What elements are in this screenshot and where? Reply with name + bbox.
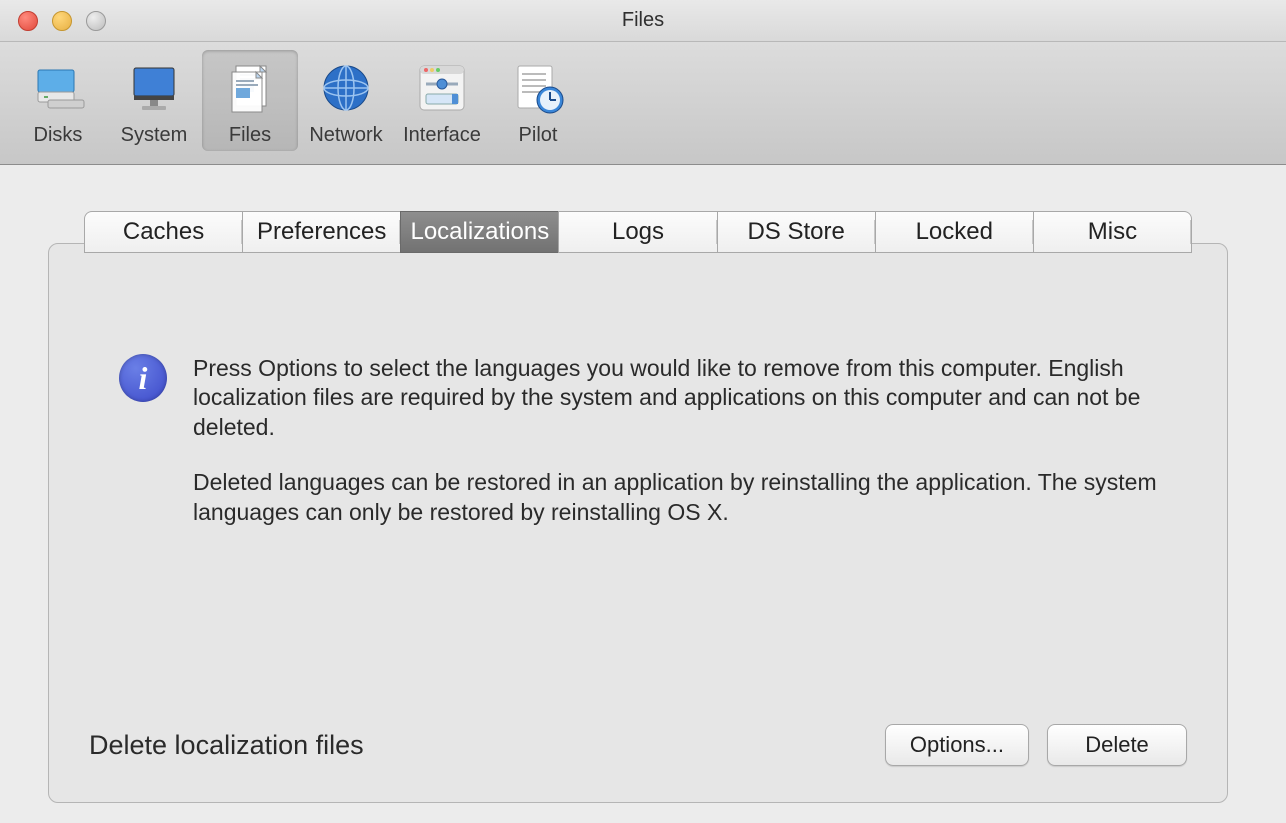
info-paragraph-1: Press Options to select the languages yo… <box>193 354 1157 442</box>
files-icon <box>218 56 282 120</box>
toolbar-item-interface[interactable]: Interface <box>394 50 490 151</box>
tab-logs[interactable]: Logs <box>558 211 716 253</box>
toolbar-item-network[interactable]: Network <box>298 50 394 151</box>
toolbar-item-label: System <box>121 124 188 147</box>
tab-caches[interactable]: Caches <box>84 211 242 253</box>
info-icon: i <box>119 354 167 402</box>
toolbar-item-label: Disks <box>34 124 83 147</box>
toolbar-item-disks[interactable]: Disks <box>10 50 106 151</box>
toolbar: Disks System <box>0 42 1286 165</box>
tab-ds-store[interactable]: DS Store <box>717 211 875 253</box>
tab-label: Logs <box>612 218 664 246</box>
toolbar-item-label: Interface <box>403 124 481 147</box>
tab-bar: Caches Preferences Localizations Logs DS… <box>84 211 1192 253</box>
toolbar-item-label: Pilot <box>519 124 558 147</box>
toolbar-item-pilot[interactable]: Pilot <box>490 50 586 151</box>
toolbar-item-label: Network <box>309 124 382 147</box>
footer-label: Delete localization files <box>89 730 364 761</box>
options-button[interactable]: Options... <box>885 724 1029 766</box>
disks-icon <box>26 56 90 120</box>
titlebar: Files <box>0 0 1286 42</box>
tab-locked[interactable]: Locked <box>875 211 1033 253</box>
network-icon <box>314 56 378 120</box>
content-area: Caches Preferences Localizations Logs DS… <box>0 165 1286 823</box>
pilot-icon <box>506 56 570 120</box>
tab-preferences[interactable]: Preferences <box>242 211 400 253</box>
info-text: Press Options to select the languages yo… <box>193 354 1157 553</box>
toolbar-item-label: Files <box>229 124 271 147</box>
footer-row: Delete localization files Options... Del… <box>89 724 1187 766</box>
tab-label: Preferences <box>257 218 386 246</box>
info-paragraph-2: Deleted languages can be restored in an … <box>193 468 1157 527</box>
interface-icon <box>410 56 474 120</box>
tab-label: Caches <box>123 218 204 246</box>
tab-misc[interactable]: Misc <box>1033 211 1192 253</box>
tab-label: Localizations <box>410 218 549 246</box>
system-icon <box>122 56 186 120</box>
delete-button[interactable]: Delete <box>1047 724 1187 766</box>
toolbar-item-system[interactable]: System <box>106 50 202 151</box>
tab-localizations[interactable]: Localizations <box>400 211 558 253</box>
tab-label: DS Store <box>747 218 844 246</box>
window-title: Files <box>0 9 1286 32</box>
tab-pane-localizations: i Press Options to select the languages … <box>48 243 1228 803</box>
tab-label: Locked <box>916 218 993 246</box>
tab-label: Misc <box>1088 218 1137 246</box>
toolbar-item-files[interactable]: Files <box>202 50 298 151</box>
